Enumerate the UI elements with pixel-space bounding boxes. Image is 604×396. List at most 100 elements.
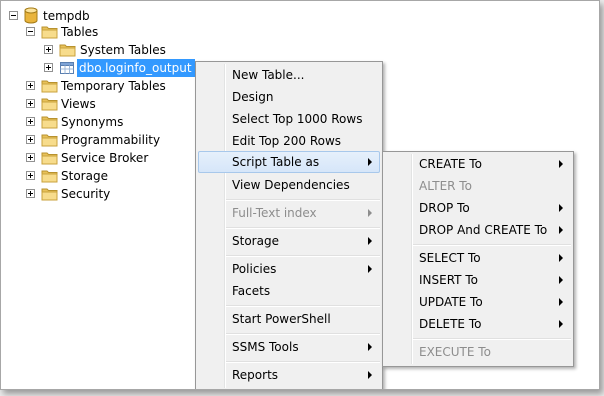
menu-item-label: DROP To	[419, 201, 470, 215]
submenu-item-delete-to[interactable]: DELETE To	[385, 313, 571, 335]
submenu-arrow-icon	[559, 320, 563, 328]
context-menu-item-edit-top-200-rows[interactable]: Edit Top 200 Rows	[198, 130, 380, 152]
folder-icon	[41, 169, 58, 183]
menu-item-label: Facets	[232, 284, 271, 298]
menu-item-label: UPDATE To	[419, 295, 483, 309]
submenu-arrow-icon	[559, 254, 563, 262]
database-icon	[24, 7, 38, 24]
tree-node-synonyms[interactable]: Synonyms	[1, 113, 191, 131]
tree-node-label-selected: dbo.loginfo_output	[77, 59, 195, 77]
expand-icon[interactable]	[26, 117, 35, 126]
menu-item-label: EXECUTE To	[419, 345, 491, 359]
submenu-arrow-icon	[368, 371, 372, 379]
menu-item-label: ALTER To	[419, 179, 472, 193]
tree-node-selected-table[interactable]: dbo.loginfo_output	[1, 59, 201, 77]
context-menu-item-storage[interactable]: Storage	[198, 230, 380, 252]
context-menu-item-policies[interactable]: Policies	[198, 258, 380, 280]
tree-node-label: Service Broker	[61, 151, 149, 165]
context-menu-item-view-dependencies[interactable]: View Dependencies	[198, 174, 380, 196]
folder-icon	[41, 133, 58, 147]
tree-node-tables[interactable]: Tables	[1, 23, 201, 41]
context-menu-item-start-powershell[interactable]: Start PowerShell	[198, 308, 380, 330]
context-menu-item-select-top-1000-rows[interactable]: Select Top 1000 Rows	[198, 108, 380, 130]
folder-icon	[41, 25, 58, 39]
menu-item-label: Reports	[232, 368, 279, 382]
context-menu-item-design[interactable]: Design	[198, 86, 380, 108]
collapse-icon[interactable]	[26, 27, 35, 36]
menu-separator	[226, 255, 380, 257]
folder-icon	[41, 115, 58, 129]
tree-node-label: Synonyms	[61, 115, 124, 129]
menu-item-label: SSMS Tools	[232, 340, 299, 354]
menu-item-label: View Dependencies	[232, 178, 350, 192]
tree-node-views[interactable]: Views	[1, 95, 191, 113]
expand-icon[interactable]	[26, 153, 35, 162]
menu-item-label: Edit Top 200 Rows	[232, 134, 342, 148]
folder-icon	[41, 151, 58, 165]
context-menu: New Table... Design Select Top 1000 Rows Ed…	[195, 61, 383, 389]
tree-node-label: System Tables	[80, 43, 166, 57]
submenu-item-drop-and-create-to[interactable]: DROP And CREATE To	[385, 219, 571, 241]
submenu-arrow-icon	[368, 343, 372, 351]
submenu-arrow-icon	[368, 209, 372, 217]
submenu-item-insert-to[interactable]: INSERT To	[385, 269, 571, 291]
menu-separator	[413, 338, 571, 340]
context-menu-item-reports[interactable]: Reports	[198, 364, 380, 386]
tree-node-label: Programmability	[61, 133, 161, 147]
tree-node-temporary-tables[interactable]: Temporary Tables	[1, 77, 191, 95]
tree-node-storage[interactable]: Storage	[1, 167, 191, 185]
menu-item-label: New Table...	[232, 68, 305, 82]
expand-icon[interactable]	[26, 171, 35, 180]
context-menu-item-new-table[interactable]: New Table...	[198, 64, 380, 86]
submenu-item-select-to[interactable]: SELECT To	[385, 247, 571, 269]
submenu-arrow-icon	[368, 158, 372, 166]
menu-separator	[226, 199, 380, 201]
tree-node-programmability[interactable]: Programmability	[1, 131, 191, 149]
tree-node-label: Temporary Tables	[61, 79, 166, 93]
collapse-icon[interactable]	[9, 11, 18, 20]
script-table-submenu: CREATE To ALTER To DROP To DROP And CREATE …	[382, 151, 574, 367]
submenu-arrow-icon	[559, 160, 563, 168]
expand-icon[interactable]	[26, 81, 35, 90]
expand-icon[interactable]	[26, 135, 35, 144]
submenu-item-execute-to: EXECUTE To	[385, 341, 571, 363]
table-icon	[60, 62, 74, 74]
menu-separator	[413, 244, 571, 246]
context-menu-item-script-table-as[interactable]: Script Table as	[198, 151, 380, 173]
menu-separator	[226, 227, 380, 229]
tree-node-security[interactable]: Security	[1, 185, 191, 203]
menu-item-label: Script Table as	[232, 155, 320, 169]
menu-separator	[226, 305, 380, 307]
menu-item-label: Storage	[232, 234, 279, 248]
menu-item-label: CREATE To	[419, 157, 482, 171]
expand-icon[interactable]	[44, 63, 53, 72]
tree-node-service-broker[interactable]: Service Broker	[1, 149, 191, 167]
folder-icon	[41, 97, 58, 111]
submenu-item-alter-to: ALTER To	[385, 175, 571, 197]
context-menu-item-facets[interactable]: Facets	[198, 280, 380, 302]
menu-item-label: SELECT To	[419, 251, 481, 265]
submenu-arrow-icon	[368, 237, 372, 245]
expand-icon[interactable]	[44, 45, 53, 54]
menu-item-label: Select Top 1000 Rows	[232, 112, 363, 126]
menu-item-label: INSERT To	[419, 273, 478, 287]
expand-icon[interactable]	[26, 189, 35, 198]
context-menu-item-ssms-tools[interactable]: SSMS Tools	[198, 336, 380, 358]
context-menu-item-full-text-index: Full-Text index	[198, 202, 380, 224]
folder-icon	[41, 79, 58, 93]
expand-icon[interactable]	[26, 99, 35, 108]
submenu-item-drop-to[interactable]: DROP To	[385, 197, 571, 219]
menu-item-label: Full-Text index	[232, 206, 317, 220]
menu-item-label: DELETE To	[419, 317, 482, 331]
tree-node-label: Storage	[61, 169, 108, 183]
menu-item-label: Design	[232, 90, 274, 104]
tree-node-system-tables[interactable]: System Tables	[1, 41, 201, 59]
submenu-arrow-icon	[559, 276, 563, 284]
submenu-item-create-to[interactable]: CREATE To	[385, 153, 571, 175]
submenu-arrow-icon	[559, 298, 563, 306]
menu-separator	[226, 333, 380, 335]
submenu-item-update-to[interactable]: UPDATE To	[385, 291, 571, 313]
submenu-arrow-icon	[368, 265, 372, 273]
tree-node-label: Security	[61, 187, 111, 201]
submenu-arrow-icon	[559, 226, 563, 234]
